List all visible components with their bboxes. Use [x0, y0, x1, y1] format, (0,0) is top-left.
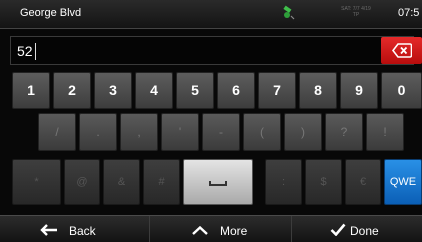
key-period[interactable]: . [79, 113, 117, 151]
key-3[interactable]: 3 [94, 72, 132, 109]
status-bar: George Blvd SAT: 7/7 4/19 TP 07:5 [0, 0, 422, 29]
key-hyphen[interactable]: - [202, 113, 240, 151]
key-exclamation[interactable]: ! [366, 113, 404, 151]
back-button[interactable]: Back [0, 216, 149, 242]
text-cursor [35, 43, 36, 60]
done-label: Done [350, 224, 379, 238]
key-comma[interactable]: , [120, 113, 158, 151]
keyboard-screen: George Blvd SAT: 7/7 4/19 TP 07:5 52 1 2… [0, 0, 422, 242]
key-0[interactable]: 0 [381, 72, 422, 109]
key-7[interactable]: 7 [258, 72, 296, 109]
back-label: Back [69, 224, 96, 238]
search-input[interactable]: 52 [10, 36, 414, 65]
backspace-button[interactable] [381, 37, 422, 64]
more-button[interactable]: More [150, 216, 291, 242]
key-euro[interactable]: € [345, 159, 381, 205]
key-9[interactable]: 9 [340, 72, 378, 109]
key-at[interactable]: @ [64, 159, 100, 205]
key-1[interactable]: 1 [12, 72, 50, 109]
backspace-icon [392, 43, 412, 58]
key-8[interactable]: 8 [299, 72, 337, 109]
key-2[interactable]: 2 [53, 72, 91, 109]
gps-info: SAT: 7/7 4/19 TP [341, 6, 371, 18]
key-asterisk[interactable]: * [12, 159, 61, 205]
street-name: George Blvd [20, 7, 82, 19]
more-label: More [220, 224, 248, 238]
key-4[interactable]: 4 [135, 72, 173, 109]
key-question[interactable]: ? [325, 113, 363, 151]
qwe-layout-button[interactable]: QWE [384, 159, 422, 205]
arrow-left-icon [40, 224, 57, 236]
key-6[interactable]: 6 [217, 72, 255, 109]
space-icon [209, 181, 227, 186]
bottom-bar: Back More Done [0, 215, 422, 242]
input-value: 52 [17, 43, 33, 59]
key-dollar[interactable]: $ [305, 159, 342, 205]
key-colon[interactable]: : [265, 159, 302, 205]
chevron-up-icon [192, 226, 208, 235]
key-hash[interactable]: # [143, 159, 180, 205]
checkmark-icon [330, 223, 346, 236]
key-ampersand[interactable]: & [103, 159, 140, 205]
key-space[interactable] [183, 159, 253, 205]
done-button[interactable]: Done [292, 216, 422, 242]
key-slash[interactable]: / [38, 113, 76, 151]
key-open-paren[interactable]: ( [243, 113, 281, 151]
key-apostrophe[interactable]: ' [161, 113, 199, 151]
gps-signal-icon [280, 5, 296, 21]
key-close-paren[interactable]: ) [284, 113, 322, 151]
key-5[interactable]: 5 [176, 72, 214, 109]
clock: 07:5 [398, 7, 420, 19]
